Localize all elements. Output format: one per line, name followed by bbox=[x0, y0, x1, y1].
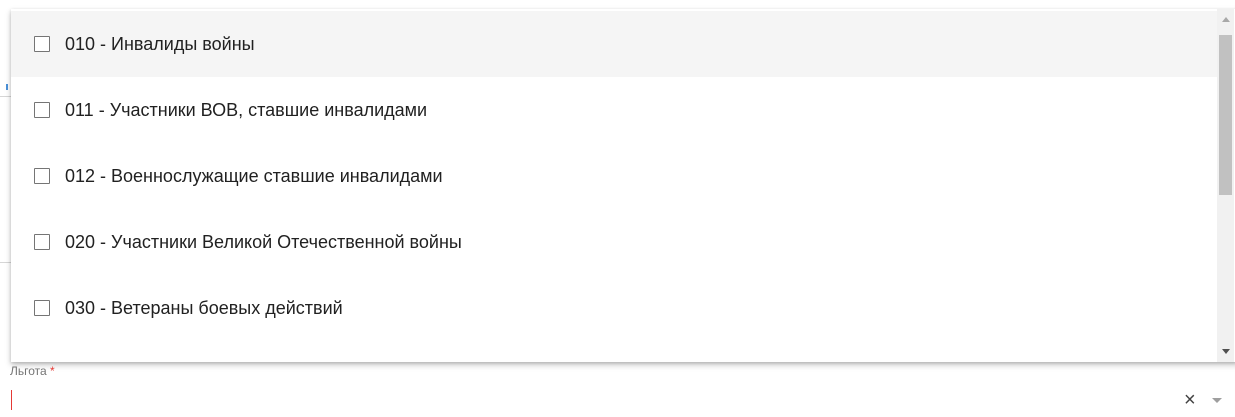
option-label: 010 - Инвалиды войны bbox=[65, 33, 255, 54]
scrollbar-thumb[interactable] bbox=[1219, 35, 1232, 195]
checkbox[interactable] bbox=[34, 36, 50, 52]
option-label: 012 - Военнослужащие ставшие инвалидами bbox=[65, 165, 443, 186]
background-form-marker bbox=[6, 84, 8, 90]
dropdown-scrollbar[interactable] bbox=[1217, 9, 1234, 362]
field-label-text: Льгота bbox=[10, 364, 47, 378]
option-011[interactable]: 011 - Участники ВОВ, ставшие инвалидами bbox=[11, 77, 1217, 143]
dropdown-arrow-icon[interactable] bbox=[1212, 398, 1222, 403]
scroll-up-arrow-icon[interactable] bbox=[1222, 17, 1230, 22]
checkbox[interactable] bbox=[34, 168, 50, 184]
checkbox[interactable] bbox=[34, 102, 50, 118]
required-mark: * bbox=[50, 364, 55, 378]
background-form-line bbox=[0, 96, 11, 97]
benefit-field-label: Льгота * bbox=[10, 364, 55, 378]
scroll-down-arrow-icon[interactable] bbox=[1222, 349, 1230, 354]
background-form-line bbox=[0, 262, 11, 263]
option-012[interactable]: 012 - Военнослужащие ставшие инвалидами bbox=[11, 143, 1217, 209]
option-label: 030 - Ветераны боевых действий bbox=[65, 297, 343, 318]
clear-icon[interactable]: × bbox=[1184, 389, 1196, 411]
checkbox[interactable] bbox=[34, 300, 50, 316]
option-010[interactable]: 010 - Инвалиды войны bbox=[11, 11, 1217, 77]
option-label: 011 - Участники ВОВ, ставшие инвалидами bbox=[65, 99, 428, 120]
option-020[interactable]: 020 - Участники Великой Отечественной во… bbox=[11, 209, 1217, 275]
option-label: 020 - Участники Великой Отечественной во… bbox=[65, 231, 462, 252]
checkbox[interactable] bbox=[34, 234, 50, 250]
option-030[interactable]: 030 - Ветераны боевых действий bbox=[11, 275, 1217, 341]
benefit-dropdown-list[interactable]: 010 - Инвалиды войны 011 - Участники ВОВ… bbox=[11, 9, 1235, 362]
benefit-input-caret[interactable] bbox=[11, 390, 12, 410]
